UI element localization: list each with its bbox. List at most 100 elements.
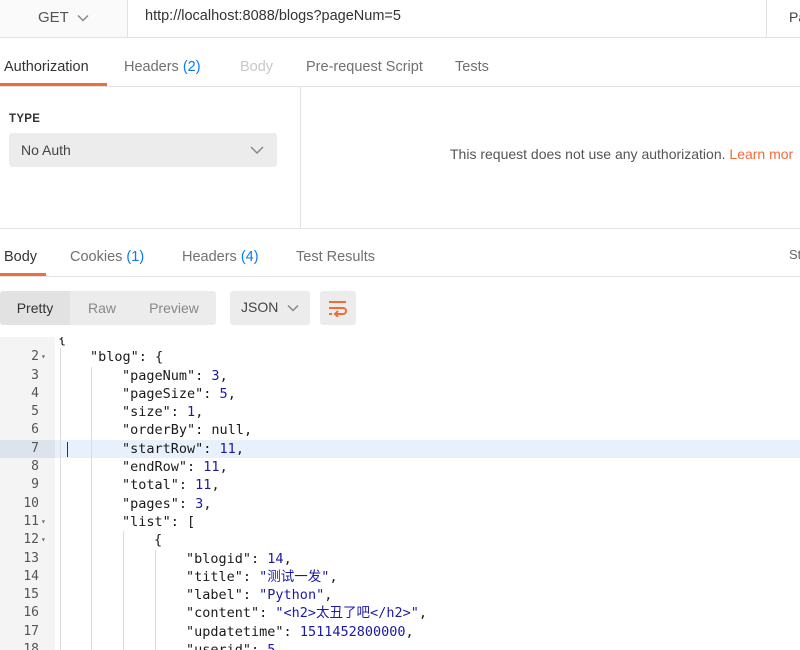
indent-guide [123,586,124,605]
tab-label: Authorization [4,59,89,75]
tab-label: Tests [455,59,489,75]
tab-tests[interactable]: Tests [455,59,489,75]
indent-guide [123,622,124,642]
indent-guide [91,567,92,587]
indent-guide [60,421,61,440]
learn-more-link[interactable]: Learn mor [729,146,793,162]
line-number-cell: 10 [0,495,55,513]
pretty-button[interactable]: Pretty [0,291,70,325]
tab-authorization[interactable]: Authorization [4,59,89,75]
code-line: 5 "size": 1, [0,403,800,422]
tab-cookies[interactable]: Cookies (1) [70,249,144,265]
tab-label: Body [4,249,38,265]
code-text: { [154,532,163,549]
indent-guide [155,604,156,623]
indent-guide [91,622,92,642]
params-button[interactable]: Par [789,9,800,25]
indent-guide [60,567,61,587]
tab-pre-request-script[interactable]: Pre-request Script [306,59,423,75]
indent-guide [91,366,92,385]
line-number: 14 [23,568,39,584]
tab-count: (4) [240,249,259,265]
active-tab-indicator [0,273,46,276]
chevron-down-icon [250,146,264,155]
code-text: "pageSize": 5, [122,385,236,402]
line-number: 4 [31,385,39,401]
indent-guide [91,476,92,495]
tab-label: Headers [182,249,237,265]
line-number-cell: 11 ▾ [0,513,55,531]
indent-guide [123,549,124,568]
method-label: GET [38,9,69,26]
tab-label: Headers [124,59,179,75]
code-text: "endRow": 11, [122,459,228,476]
tab-response-body[interactable]: Body [4,249,37,265]
line-number-cell: 13 [0,550,55,568]
line-number: 16 [23,605,39,621]
method-select[interactable]: GET [0,0,128,37]
indent-guide [60,439,61,459]
code-text: "content": "<h2>太丑了吧</h2>", [186,605,427,622]
indent-guide [60,403,61,422]
indent-guide [91,531,92,550]
format-value: JSON [241,299,279,315]
preview-button[interactable]: Preview [136,291,212,325]
tab-response-headers[interactable]: Headers (4) [182,249,259,265]
fold-arrow-icon[interactable]: ▾ [41,531,46,549]
url-bar: GET http://localhost:8088/blogs?pageNum=… [0,0,800,38]
indent-guide [60,384,61,404]
line-number: 7 [31,440,39,456]
wrap-lines-button[interactable] [320,291,356,325]
line-number-cell: 5 [0,403,55,421]
tab-headers[interactable]: Headers (2) [124,59,201,75]
line-number-cell: 18 [0,641,55,650]
code-line: 9 "total": 11, [0,476,800,495]
indent-guide [123,604,124,623]
indent-guide [60,348,61,367]
code-line: 10 "pages": 3, [0,494,800,513]
fold-arrow-icon[interactable]: ▾ [41,513,46,531]
tab-label: Body [240,59,274,75]
tab-body[interactable]: Body [240,59,273,75]
view-mode-toggle: Pretty Raw Preview [0,291,216,325]
url-input[interactable]: http://localhost:8088/blogs?pageNum=5 [145,8,401,24]
line-number-cell: 3 [0,367,55,385]
code-lines: {2 ▾ "blog": {3 "pageNum": 3, 4 "pageSize": 5… [0,337,800,650]
raw-button[interactable]: Raw [72,291,132,325]
code-text: "total": 11, [122,477,220,494]
indent-guide [155,641,156,650]
code-line: 3 "pageNum": 3, [0,366,800,385]
line-number: 13 [23,550,39,566]
tab-count: (1) [126,249,145,265]
line-number-cell: 16 [0,604,55,622]
tab-count: (2) [182,59,201,75]
indent-guide [91,439,92,459]
indent-guide [91,512,92,532]
code-text: "list": [ [122,513,196,530]
line-number: 18 [23,642,39,650]
line-number: 2 [31,349,39,365]
format-select[interactable]: JSON [230,291,310,325]
indent-guide [60,586,61,605]
indent-guide [60,641,61,650]
indent-guide [91,403,92,422]
code-text: "updatetime": 1511452800000, [186,623,414,640]
code-line: 12 ▾ { [0,531,800,550]
wrap-lines-icon [329,301,347,317]
request-tabs: Authorization Headers (2) Body Pre-reque… [0,38,800,87]
text-cursor [67,441,68,457]
line-number-cell: 8 [0,458,55,476]
line-number-cell: 12 ▾ [0,531,55,549]
auth-type-select[interactable]: No Auth [9,133,277,167]
fold-arrow-icon[interactable]: ▾ [41,348,46,366]
response-body-editor[interactable]: {2 ▾ "blog": {3 "pageNum": 3, 4 "pageSize": 5… [0,337,800,650]
code-line: 8 "endRow": 11, [0,458,800,477]
line-number-cell: 14 [0,568,55,586]
indent-guide [60,494,61,513]
indent-guide [123,531,124,550]
tab-test-results[interactable]: Test Results [296,249,375,265]
chevron-down-icon [77,14,89,22]
indent-guide [91,421,92,440]
code-line: 11 ▾ "list": [ [0,512,800,532]
code-text: "label": "Python", [186,587,333,604]
